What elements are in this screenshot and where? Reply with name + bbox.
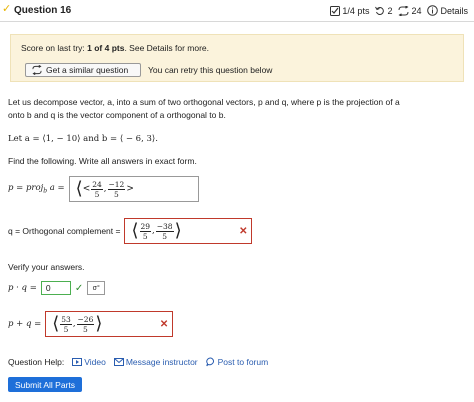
question-title: Question 16 <box>14 5 72 16</box>
problem-given: Let a = ⟨1, − 10⟩ and b = ⟨ − 6, 3⟩. <box>8 134 158 144</box>
q-frac-2: −38 5 <box>155 221 174 241</box>
help-label: Question Help: <box>8 357 65 367</box>
repeat-icon <box>32 65 42 75</box>
p-inner-open: < <box>82 184 91 194</box>
post-forum-link[interactable]: Post to forum <box>205 357 268 367</box>
problem-line-2: onto b and q is the vector component of … <box>8 110 226 120</box>
question-header: ✓ Question 16 1/4 pts 2 24 Details <box>0 0 474 22</box>
details-link[interactable]: Details <box>427 5 468 16</box>
sum-answer-input[interactable]: ⟨ 53 5 , −26 5 ⟩ ✕ <box>45 311 174 337</box>
q-label: q = Orthogonal complement = <box>8 226 121 236</box>
math-palette-button[interactable]: σ° <box>87 281 106 295</box>
q-answer-row: q = Orthogonal complement = ⟨ 29 5 , −38 5… <box>8 218 253 244</box>
problem-instructions: Find the following. Write all answers in… <box>8 156 197 166</box>
submit-all-parts-button[interactable]: Submit All Parts <box>8 377 82 392</box>
score-suffix: . See Details for more. <box>124 43 210 53</box>
repeat-icon <box>398 5 409 16</box>
details-text[interactable]: Details <box>440 6 468 16</box>
score-text: Score on last try: 1 of 4 pts. See Detai… <box>21 43 209 53</box>
p-frac-1: 24 5 <box>91 179 103 199</box>
video-link[interactable]: Video <box>72 357 106 367</box>
retries-indicator: 2 <box>375 6 392 16</box>
similar-question-label: Get a similar question <box>46 65 129 75</box>
p-answer-input[interactable]: ⟨ < 24 5 , −12 5 > <box>68 176 199 202</box>
question-help: Question Help: Video Message instructor … <box>8 357 268 367</box>
incorrect-icon: ✕ <box>159 319 169 330</box>
question-meta: 1/4 pts 2 24 Details <box>330 5 468 16</box>
video-icon <box>72 358 83 366</box>
points-indicator: 1/4 pts <box>330 5 370 16</box>
score-panel: Score on last try: 1 of 4 pts. See Detai… <box>10 34 464 82</box>
angle-open: ⟨ <box>75 178 83 199</box>
sum-frac-2: −26 5 <box>76 314 95 334</box>
dot-label: p · q = <box>8 283 37 293</box>
q-frac-1: 29 5 <box>139 221 152 241</box>
mail-icon <box>113 358 124 366</box>
dot-answer-row: p · q = 0 ✓ σ° <box>8 281 106 295</box>
correct-check-icon: ✓ <box>74 282 84 294</box>
sum-label: p + q = <box>8 319 42 329</box>
checkbox-icon <box>330 5 341 16</box>
q-answer-input[interactable]: ⟨ 29 5 , −38 5 ⟩ ✕ <box>124 218 253 244</box>
undo-icon <box>375 6 385 15</box>
info-icon <box>427 5 439 16</box>
score-value: 1 of 4 pts <box>87 43 125 53</box>
verify-text: Verify your answers. <box>8 262 85 272</box>
retries-text: 2 <box>387 5 393 16</box>
dot-answer-input[interactable]: 0 <box>40 281 71 295</box>
chat-bubble-icon <box>205 357 214 367</box>
p-inner-close: > <box>126 184 134 194</box>
p-answer-row: p = projb a = ⟨ < 24 5 , −12 5 > <box>8 176 199 202</box>
problem-line-1: Let us decompose vector, a, into a sum o… <box>8 97 400 107</box>
attempts-indicator: 24 <box>398 5 422 16</box>
p-frac-2: −12 5 <box>107 179 126 199</box>
attempts-text: 24 <box>411 5 422 16</box>
p-label: p = projb a = <box>8 183 65 195</box>
message-instructor-link[interactable]: Message instructor <box>113 357 198 367</box>
sum-answer-row: p + q = ⟨ 53 5 , −26 5 ⟩ ✕ <box>8 311 174 337</box>
score-prefix: Score on last try: <box>21 43 88 53</box>
incorrect-icon: ✕ <box>239 226 248 237</box>
retry-text: You can retry this question below <box>148 65 273 75</box>
points-text: 1/4 pts <box>342 5 370 16</box>
sum-frac-1: 53 5 <box>60 314 72 334</box>
similar-question-button[interactable]: Get a similar question <box>25 63 141 77</box>
partial-check-icon: ✓ <box>2 3 12 15</box>
